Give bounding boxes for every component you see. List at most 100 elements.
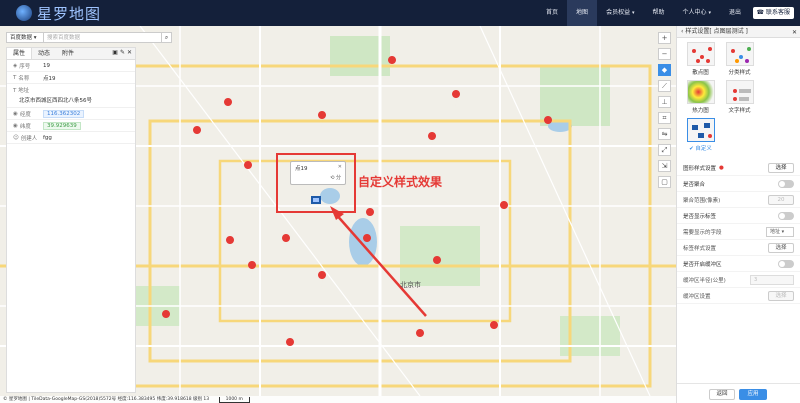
edit-icon[interactable]: ✎ [120, 49, 125, 56]
close-icon[interactable]: ✕ [792, 27, 797, 39]
tab-attributes[interactable]: 属性 [7, 48, 33, 59]
attr-key-label: 地址 [18, 88, 30, 94]
aggregate-toggle[interactable] [778, 180, 794, 188]
close-icon[interactable]: ✕ [127, 49, 132, 56]
popup-action[interactable]: ⟲ 分 [330, 174, 341, 181]
measure-icon[interactable]: ⟋ [658, 80, 671, 92]
show-label-row: 是否显示标签 [677, 208, 800, 224]
location-icon: ◉ [13, 122, 18, 129]
search-icon[interactable]: ⌕ [162, 32, 172, 43]
custom-preview [691, 123, 712, 138]
zoom-in-icon[interactable]: + [658, 32, 671, 44]
contact-support-button[interactable]: ☎ 联系客服 [752, 7, 794, 19]
ruler-icon[interactable]: ⊥ [658, 96, 671, 108]
style-type-grid: 散点图 分类样式 热力图 文字样式 ✔ 自定义 [677, 38, 800, 156]
style-panel-header: ‹ 样式设置[ 点图层测试 ] ✕ [677, 26, 800, 38]
attr-key-label: 纬度 [19, 123, 31, 130]
attr-row-latitude: ◉ 纬度 39.929639 [7, 120, 135, 132]
nav-help[interactable]: 帮助 [644, 0, 674, 26]
buffer-row: 是否开启缓冲区 [677, 256, 800, 272]
fullscreen-icon[interactable]: ⤢ [658, 144, 671, 156]
nav-membership[interactable]: 会员权益 ▾ [597, 0, 643, 26]
attr-key: ◉ 纬度 [7, 122, 43, 130]
split-icon[interactable]: ⇋ [658, 128, 671, 140]
style-category[interactable]: 分类样式 [722, 42, 757, 78]
map-status-bar: © 星罗地图 | TileData-GoogleMap-GS(2018)5572… [0, 396, 676, 403]
label-field-value: 地址 [770, 229, 781, 235]
headset-icon: ☎ [756, 9, 764, 16]
attr-key: T 名称 [7, 74, 43, 82]
location-icon: ◉ [13, 110, 18, 117]
style-scatter[interactable]: 散点图 [683, 42, 718, 78]
search-source-select[interactable]: 百度数据 ▾ [6, 32, 44, 43]
close-icon[interactable]: ✕ [338, 164, 342, 170]
style-panel-title: 样式设置[ 点图层测试 ] [685, 28, 748, 35]
style-label: 热力图 [692, 108, 709, 114]
nav-profile[interactable]: 个人中心 ▾ [674, 0, 720, 26]
style-custom[interactable]: ✔ 自定义 [683, 118, 718, 154]
attr-value: 19 [43, 62, 50, 69]
style-panel-footer: 返回 应用 [677, 383, 800, 403]
top-navbar: 星罗地图 首页 地图 会员权益 ▾ 帮助 个人中心 ▾ 退出 ☎ 联系客服 [0, 0, 800, 26]
aggregate-row: 是否聚合 [677, 176, 800, 192]
map-city-label: 北京市 [400, 281, 421, 289]
attr-value: 116.362302 [43, 109, 85, 118]
back-button[interactable]: 返回 [709, 389, 735, 400]
icon-style-select-button[interactable]: 选择 [768, 163, 794, 173]
attr-key: ◈ 序号 [7, 62, 43, 70]
apply-button[interactable]: 应用 [739, 389, 767, 400]
tag-icon: ◈ [13, 62, 18, 69]
tab-attachments[interactable]: 附件 [56, 48, 80, 59]
export-icon[interactable]: ⇲ [658, 160, 671, 172]
buffer-label: 是否开启缓冲区 [683, 261, 722, 268]
buffer-style-select-button[interactable]: 选择 [768, 291, 794, 301]
point-popup[interactable]: 点19 ✕ ⟲ 分 [290, 161, 346, 185]
marker-icon: ● [719, 164, 724, 171]
category-preview [730, 47, 751, 63]
attr-value: fgg [43, 134, 52, 141]
show-label-toggle[interactable] [778, 212, 794, 220]
screenshot-icon[interactable]: ▢ [658, 176, 671, 188]
buffer-radius-row: 缓冲区半径(公里) 3 [677, 272, 800, 288]
nav-logout[interactable]: 退出 [720, 0, 750, 26]
nav-membership-label: 会员权益 [606, 9, 631, 16]
attr-row-address: T 地址 北京市西城区西四北八条56号 [7, 84, 135, 108]
tab-activity[interactable]: 动态 [32, 48, 56, 59]
attribute-panel: 属性 动态 附件 ▣ ✎ ✕ ◈ 序号 19 T 名称 点19 T 地址 北京市西城… [6, 47, 136, 393]
style-heatmap[interactable]: 热力图 [683, 80, 718, 116]
heatmap-thumbnail [686, 80, 715, 104]
label-field-select[interactable]: 地址 ▾ [766, 227, 794, 237]
check-circle-icon: ✔ [689, 146, 694, 152]
text-icon: T [13, 88, 17, 94]
aggregate-label: 是否聚合 [683, 181, 706, 188]
search-input[interactable]: 搜索百度数据 [44, 32, 162, 43]
icon-style-label: 图形样式设置 [683, 165, 717, 172]
label-field-label: 需要显示的字段 [683, 229, 722, 236]
aggregate-range-row: 聚合范围(像素) 20 [677, 192, 800, 208]
label-style-label: 标签样式设置 [683, 245, 717, 252]
attr-key: ☺ 创建人 [7, 134, 43, 142]
label-style-select-button[interactable]: 选择 [768, 243, 794, 253]
layers-icon[interactable]: ◆ [658, 64, 671, 76]
nav-map[interactable]: 地图 [567, 0, 598, 26]
chevron-left-icon[interactable]: ‹ [681, 28, 683, 35]
show-label-label: 是否显示标签 [683, 213, 717, 220]
icon-style-row: 图形样式设置 ● 选择 [677, 160, 800, 176]
buffer-toggle[interactable] [778, 260, 794, 268]
scale-bar: 1000 m [218, 397, 250, 403]
style-text[interactable]: 文字样式 [722, 80, 757, 116]
aggregate-range-input[interactable]: 20 [768, 195, 794, 205]
search-source-label: 百度数据 [10, 35, 33, 41]
attribute-tabs: 属性 动态 附件 ▣ ✎ ✕ [7, 48, 135, 60]
save-icon[interactable]: ▣ [112, 49, 118, 56]
crop-icon[interactable]: ⌗ [658, 112, 671, 124]
app-logo[interactable]: 星罗地图 [0, 0, 101, 26]
chevron-down-icon: ▾ [33, 35, 37, 41]
attr-key-label: 名称 [18, 75, 30, 82]
label-style-row: 标签样式设置 选择 [677, 240, 800, 256]
zoom-out-icon[interactable]: − [658, 48, 671, 60]
buffer-radius-label: 缓冲区半径(公里) [683, 277, 726, 284]
buffer-radius-input[interactable]: 3 [750, 275, 794, 285]
buffer-style-label: 缓冲区设置 [683, 293, 711, 300]
nav-home[interactable]: 首页 [537, 0, 567, 26]
